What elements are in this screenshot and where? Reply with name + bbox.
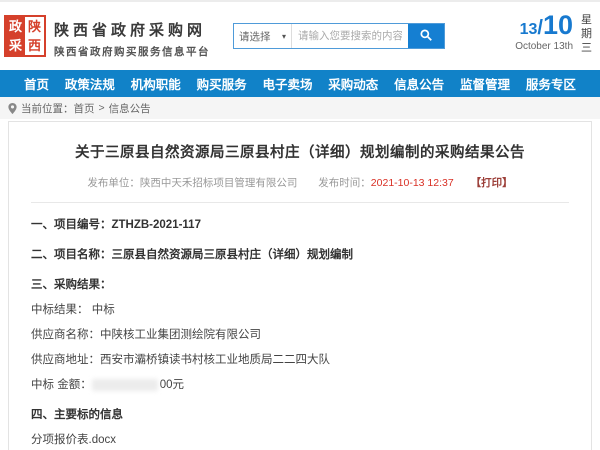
site-header: 政 陕 采 西 陕西省政府采购网 陕西省政府购买服务信息平台 请选择 ▾ 13/… <box>0 2 600 70</box>
section-heading: 四、主要标的信息 <box>31 407 569 423</box>
publish-time-label: 发布时间： <box>318 177 371 189</box>
logo-char: 采 <box>6 36 25 55</box>
search-bar: 请选择 ▾ <box>233 23 445 49</box>
weekday-char: 三 <box>581 41 592 55</box>
site-title: 陕西省政府采购网 <box>54 19 210 40</box>
section-heading: 二、项目名称：三原县自然资源局三原县村庄（详细）规划编制 <box>31 247 569 263</box>
article-body: 一、项目编号：ZTHZB-2021-117 二、项目名称：三原县自然资源局三原县村… <box>31 217 569 450</box>
redacted-amount <box>92 379 158 391</box>
award-amount-line: 中标 金额： 00元 <box>31 377 569 393</box>
nav-item-1[interactable]: 首页 <box>24 74 49 93</box>
section-label: 三、采购结果： <box>31 279 112 291</box>
logo-char: 政 <box>6 17 25 36</box>
publish-time: 2021-10-13 12:37 <box>371 177 454 189</box>
print-button[interactable]: 【打印】 <box>471 177 513 189</box>
date-month: 10 <box>543 10 573 40</box>
search-button[interactable] <box>408 24 444 48</box>
nav-item-2[interactable]: 政策法规 <box>65 74 115 93</box>
section-value: ZTHZB-2021-117 <box>112 219 201 231</box>
article-meta: 发布单位：陕西中天禾招标项目管理有限公司 发布时间：2021-10-13 12:… <box>31 175 569 190</box>
site-subtitle: 陕西省政府购买服务信息平台 <box>54 44 210 59</box>
nav-item-5[interactable]: 电子卖场 <box>262 74 312 93</box>
breadcrumb: 当前位置： 首页 > 信息公告 <box>0 97 600 119</box>
section-label: 一、项目编号： <box>31 219 112 231</box>
weekday-char: 期 <box>581 27 592 41</box>
publisher-name: 陕西中天禾招标项目管理有限公司 <box>140 177 298 189</box>
nav-item-9[interactable]: 服务专区 <box>526 74 576 93</box>
date-english: October 13th <box>515 41 573 52</box>
site-identity: 陕西省政府采购网 陕西省政府购买服务信息平台 <box>54 19 210 59</box>
logo-char: 陕 <box>25 17 44 36</box>
nav-item-3[interactable]: 机构职能 <box>131 74 181 93</box>
nav-item-8[interactable]: 监督管理 <box>460 74 510 93</box>
date-day: 13 <box>520 21 538 38</box>
search-category-select[interactable]: 请选择 ▾ <box>234 24 292 48</box>
detail-line: 供应商名称：中陕核工业集团测绘院有限公司 <box>31 327 569 343</box>
breadcrumb-separator: > <box>99 102 105 114</box>
chevron-down-icon: ▾ <box>282 32 286 41</box>
section-heading: 一、项目编号：ZTHZB-2021-117 <box>31 217 569 233</box>
weekday-char: 星 <box>581 13 592 27</box>
nav-item-7[interactable]: 信息公告 <box>394 74 444 93</box>
detail-line: 供应商地址：西安市灞桥镇读书村核工业地质局二二四大队 <box>31 352 569 368</box>
main-nav: 首页政策法规机构职能购买服务电子卖场采购动态信息公告监督管理服务专区 <box>0 70 600 97</box>
section-value: 三原县自然资源局三原县村庄（详细）规划编制 <box>112 249 354 261</box>
search-input[interactable] <box>292 24 408 48</box>
section-heading: 三、采购结果： <box>31 277 569 293</box>
weekday-vertical: 星期三 <box>581 13 592 55</box>
search-icon <box>419 28 433 45</box>
nav-item-4[interactable]: 购买服务 <box>197 74 247 93</box>
breadcrumb-home-link[interactable]: 首页 <box>74 101 95 116</box>
amount-label: 中标 金额： <box>31 379 92 391</box>
location-pin-icon <box>8 103 17 114</box>
divider <box>31 202 569 203</box>
site-logo: 政 陕 采 西 <box>4 15 46 57</box>
date-widget: 13/10 October 13th 星期三 <box>515 10 592 55</box>
breadcrumb-section-link[interactable]: 信息公告 <box>109 101 151 116</box>
logo-char: 西 <box>25 36 44 55</box>
content-panel: 关于三原县自然资源局三原县村庄（详细）规划编制的采购结果公告 发布单位：陕西中天… <box>8 121 592 450</box>
section-label: 二、项目名称： <box>31 249 112 261</box>
attachment-link[interactable]: 分项报价表.docx <box>31 432 569 448</box>
nav-item-6[interactable]: 采购动态 <box>328 74 378 93</box>
section-label: 四、主要标的信息 <box>31 409 123 421</box>
article-title: 关于三原县自然资源局三原县村庄（详细）规划编制的采购结果公告 <box>31 141 569 162</box>
search-category-label: 请选择 <box>239 29 271 44</box>
detail-line: 中标结果： 中标 <box>31 302 569 318</box>
amount-suffix: 00元 <box>160 379 184 391</box>
breadcrumb-label: 当前位置： <box>21 101 74 116</box>
publisher-label: 发布单位： <box>87 177 140 189</box>
